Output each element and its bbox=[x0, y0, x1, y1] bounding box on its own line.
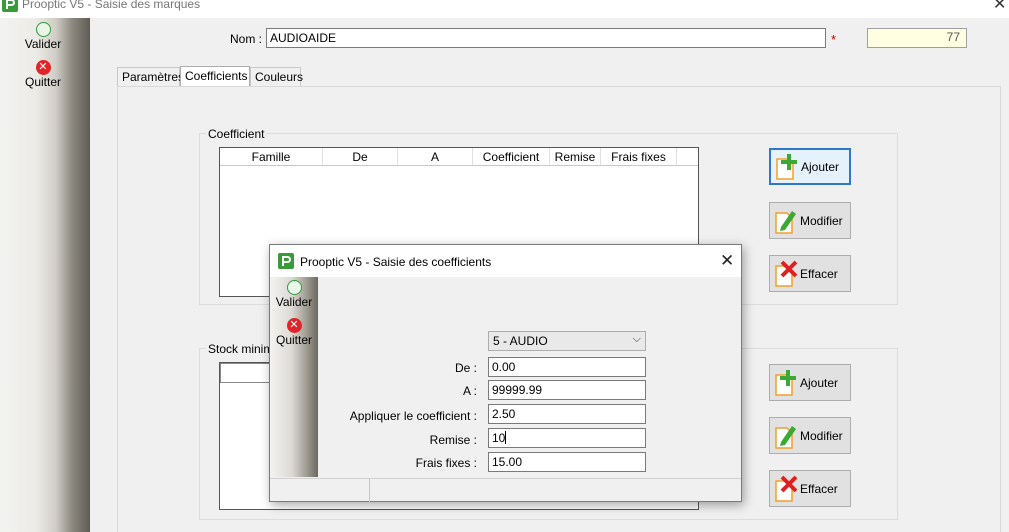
dialog-validate-button[interactable]: Valider bbox=[270, 280, 318, 309]
column-a[interactable]: A bbox=[398, 148, 473, 165]
document-plus-icon bbox=[775, 153, 799, 181]
close-icon[interactable]: ✕ bbox=[720, 251, 734, 271]
document-pencil-icon bbox=[774, 207, 798, 235]
edit-stock-button[interactable]: Modifier bbox=[769, 417, 851, 454]
coefficient-table-header: Famille De A Coefficient Remise Frais fi… bbox=[220, 148, 698, 166]
prooptic-logo-icon bbox=[278, 253, 294, 269]
window-titlebar: Prooptic V5 - Saisie des marques ✕ bbox=[0, 0, 1009, 18]
dialog-quit-button[interactable]: ✕ Quitter bbox=[270, 318, 318, 347]
discount-value: 10 bbox=[492, 431, 506, 445]
quit-label: Quitter bbox=[24, 75, 61, 89]
delete-label: Effacer bbox=[800, 481, 838, 496]
document-x-icon bbox=[774, 475, 798, 503]
edit-label: Modifier bbox=[800, 213, 843, 228]
name-input[interactable]: AUDIOAIDE bbox=[266, 28, 826, 48]
column-famille[interactable]: Famille bbox=[220, 148, 323, 165]
sidebar: Valider ✕ Quitter bbox=[0, 18, 90, 532]
from-label: De : bbox=[454, 361, 477, 375]
window-title: Prooptic V5 - Saisie des marques bbox=[22, 0, 201, 11]
column-remise[interactable]: Remise bbox=[550, 148, 601, 165]
dialog-validate-label: Valider bbox=[275, 295, 313, 309]
coefficient-label: Appliquer le coefficient : bbox=[349, 409, 477, 423]
tab-couleurs[interactable]: Couleurs bbox=[250, 67, 303, 86]
text-cursor bbox=[505, 431, 507, 444]
green-circle-icon bbox=[286, 280, 302, 295]
edit-label: Modifier bbox=[800, 428, 843, 443]
document-pencil-icon bbox=[774, 422, 798, 450]
close-icon[interactable]: ✕ bbox=[993, 0, 1006, 14]
status-separator bbox=[369, 479, 370, 502]
add-label: Ajouter bbox=[800, 375, 839, 390]
dialog-quit-label: Quitter bbox=[275, 333, 312, 347]
add-stock-button[interactable]: Ajouter bbox=[769, 364, 851, 401]
red-x-circle-icon: ✕ bbox=[286, 318, 302, 333]
add-coefficient-button[interactable]: Ajouter bbox=[769, 148, 851, 185]
column-de[interactable]: De bbox=[323, 148, 398, 165]
fees-input[interactable]: 15.00 bbox=[488, 452, 646, 472]
add-label: Ajouter bbox=[801, 159, 840, 174]
to-label: A : bbox=[462, 384, 477, 398]
prooptic-logo-icon bbox=[2, 0, 18, 12]
dialog-status-bar bbox=[270, 478, 741, 502]
discount-input[interactable]: 10 bbox=[488, 428, 646, 448]
from-input[interactable]: 0.00 bbox=[488, 357, 646, 377]
validate-button[interactable]: Valider bbox=[18, 22, 68, 51]
edit-coefficient-button[interactable]: Modifier bbox=[769, 202, 851, 239]
tab-parametres[interactable]: Paramètres bbox=[117, 67, 184, 86]
quit-button[interactable]: ✕ Quitter bbox=[18, 60, 68, 89]
coefficient-group-title: Coefficient bbox=[206, 127, 267, 141]
record-counter: 77 bbox=[867, 28, 967, 48]
dialog-title: Prooptic V5 - Saisie des coefficients bbox=[300, 255, 492, 269]
name-label: Nom : bbox=[230, 32, 263, 46]
chevron-down-icon: ⌵ bbox=[632, 333, 641, 345]
column-coefficient[interactable]: Coefficient bbox=[473, 148, 550, 165]
delete-stock-button[interactable]: Effacer bbox=[769, 470, 851, 507]
required-marker: * bbox=[831, 32, 837, 47]
coefficient-input[interactable]: 2.50 bbox=[488, 404, 646, 424]
delete-coefficient-button[interactable]: Effacer bbox=[769, 255, 851, 292]
column-frais-fixes[interactable]: Frais fixes bbox=[601, 148, 677, 165]
validate-label: Valider bbox=[24, 37, 62, 51]
family-select[interactable]: 5 - AUDIO ⌵ bbox=[488, 331, 646, 351]
family-select-value: 5 - AUDIO bbox=[493, 334, 548, 348]
dialog-sidebar: Valider ✕ Quitter bbox=[270, 277, 318, 477]
coefficient-dialog: Prooptic V5 - Saisie des coefficients ✕ … bbox=[269, 244, 742, 502]
green-circle-icon bbox=[35, 22, 51, 37]
document-plus-icon bbox=[774, 369, 798, 397]
red-x-circle-icon: ✕ bbox=[35, 60, 51, 75]
document-x-icon bbox=[774, 260, 798, 288]
discount-label: Remise : bbox=[429, 433, 477, 447]
dialog-titlebar: Prooptic V5 - Saisie des coefficients ✕ bbox=[270, 245, 741, 277]
tab-coefficients[interactable]: Coefficients bbox=[180, 66, 250, 87]
fees-label: Frais fixes : bbox=[415, 456, 477, 470]
to-input[interactable]: 99999.99 bbox=[488, 380, 646, 400]
delete-label: Effacer bbox=[800, 266, 838, 281]
